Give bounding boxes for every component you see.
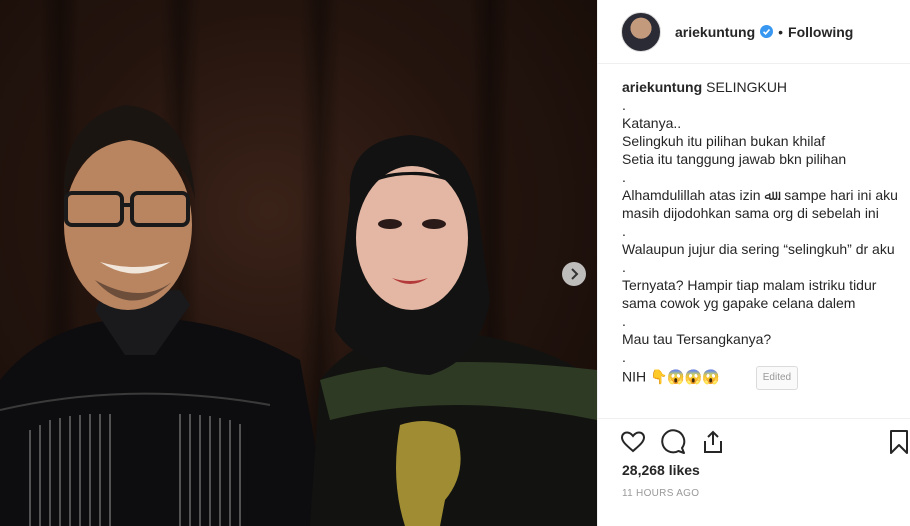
caption-title: SELINGKUH xyxy=(706,79,788,95)
next-photo-button[interactable] xyxy=(562,262,586,286)
caption-line: Katanya.. xyxy=(622,115,682,131)
verified-badge-icon xyxy=(760,25,774,38)
caption-last-line: NIH 👇😱😱😱 Edited xyxy=(622,366,902,390)
chevron-right-icon xyxy=(571,268,579,280)
comment-icon[interactable] xyxy=(660,429,686,455)
heart-icon[interactable] xyxy=(620,429,646,455)
post-side-panel: ariekuntung • Following ariekuntung SELIN… xyxy=(597,0,910,526)
post-photo[interactable] xyxy=(0,0,597,526)
photo-people-illustration xyxy=(0,105,597,526)
caption-line: Setia itu tanggung jawab bkn pilihan xyxy=(622,151,847,167)
caption-line: Selingkuh itu pilihan bukan khilaf xyxy=(622,133,826,149)
caption-first-line: ariekuntung SELINGKUH xyxy=(622,78,902,96)
avatar[interactable] xyxy=(621,11,661,52)
header-username[interactable]: ariekuntung xyxy=(675,24,755,40)
caption-line: NIH 👇😱😱😱 xyxy=(622,368,720,385)
caption-line: . xyxy=(622,169,626,185)
caption-line: Walaupun jujur dia sering “selingkuh” dr… xyxy=(622,241,895,257)
caption-line: . xyxy=(622,313,626,329)
bookmark-icon[interactable] xyxy=(886,429,910,455)
following-button[interactable]: Following xyxy=(788,24,853,40)
caption-line: Alhamdulillah atas izin ﷲ . sampe hari i… xyxy=(622,187,902,221)
caption: ariekuntung SELINGKUH . Katanya.. Selingk… xyxy=(622,78,902,390)
edited-tooltip: Edited xyxy=(755,366,799,390)
post-timestamp[interactable]: 11 HOURS AGO xyxy=(622,488,699,499)
caption-line: . xyxy=(622,349,626,365)
separator-dot: • xyxy=(778,23,784,40)
likes-count[interactable]: 28,268 likes xyxy=(622,462,700,478)
caption-line: . xyxy=(622,223,626,239)
caption-line: Ternyata? Hampir tiap malam istriku tidu… xyxy=(622,277,881,311)
caption-line: . xyxy=(622,97,626,113)
caption-line: . xyxy=(622,259,626,275)
caption-owner[interactable]: ariekuntung xyxy=(622,79,702,95)
share-icon[interactable] xyxy=(700,429,726,455)
post-header: ariekuntung • Following xyxy=(598,0,910,64)
action-bar xyxy=(598,418,910,466)
caption-line: Mau tau Tersangkanya? xyxy=(622,331,772,347)
